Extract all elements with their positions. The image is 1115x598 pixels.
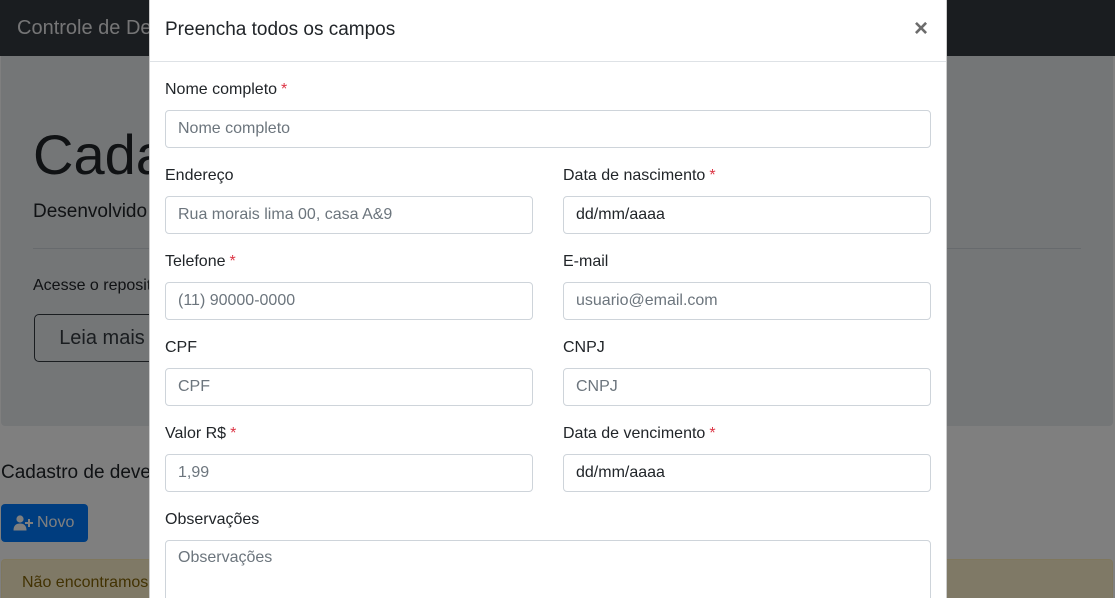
endereco-input[interactable] [165, 196, 533, 234]
vencimento-value: dd/mm/aaaa [576, 464, 665, 481]
required-mark: * [709, 425, 716, 442]
email-input[interactable] [563, 282, 931, 320]
required-mark: * [281, 81, 288, 98]
label-email: E-mail [563, 253, 608, 271]
nome-input[interactable] [165, 110, 931, 148]
required-mark: * [230, 425, 237, 442]
telefone-input[interactable] [165, 282, 533, 320]
label-vencimento-text: Data de vencimento [563, 425, 706, 442]
label-valor-text: Valor R$ [165, 425, 227, 442]
nascimento-value: dd/mm/aaaa [576, 206, 665, 223]
label-endereco: Endereço [165, 167, 234, 185]
cpf-input[interactable] [165, 368, 533, 406]
label-nome-text: Nome completo [165, 81, 278, 98]
close-button[interactable]: × [910, 16, 932, 42]
form-modal: Preencha todos os campos × Nome completo… [149, 0, 947, 598]
observacoes-textarea[interactable] [165, 540, 931, 598]
label-telefone: Telefone * [165, 253, 236, 271]
label-observacoes-text: Observações [165, 511, 260, 528]
cnpj-input[interactable] [563, 368, 931, 406]
label-cpf-text: CPF [165, 339, 197, 356]
modal-header: Preencha todos os campos × [150, 0, 946, 62]
nascimento-date-input[interactable]: dd/mm/aaaa [563, 196, 931, 234]
label-vencimento: Data de vencimento * [563, 425, 716, 443]
modal-title: Preencha todos os campos [165, 19, 396, 40]
label-cpf: CPF [165, 339, 197, 357]
label-cnpj: CNPJ [563, 339, 605, 357]
label-email-text: E-mail [563, 253, 609, 270]
label-cnpj-text: CNPJ [563, 339, 605, 356]
valor-input[interactable] [165, 454, 533, 492]
required-mark: * [709, 167, 716, 184]
required-mark: * [229, 253, 236, 270]
label-nome: Nome completo * [165, 81, 287, 99]
label-observacoes: Observações [165, 511, 259, 529]
label-endereco-text: Endereço [165, 167, 234, 184]
label-nascimento: Data de nascimento * [563, 167, 716, 185]
label-telefone-text: Telefone [165, 253, 226, 270]
vencimento-date-input[interactable]: dd/mm/aaaa [563, 454, 931, 492]
label-nascimento-text: Data de nascimento [563, 167, 706, 184]
label-valor: Valor R$ * [165, 425, 236, 443]
